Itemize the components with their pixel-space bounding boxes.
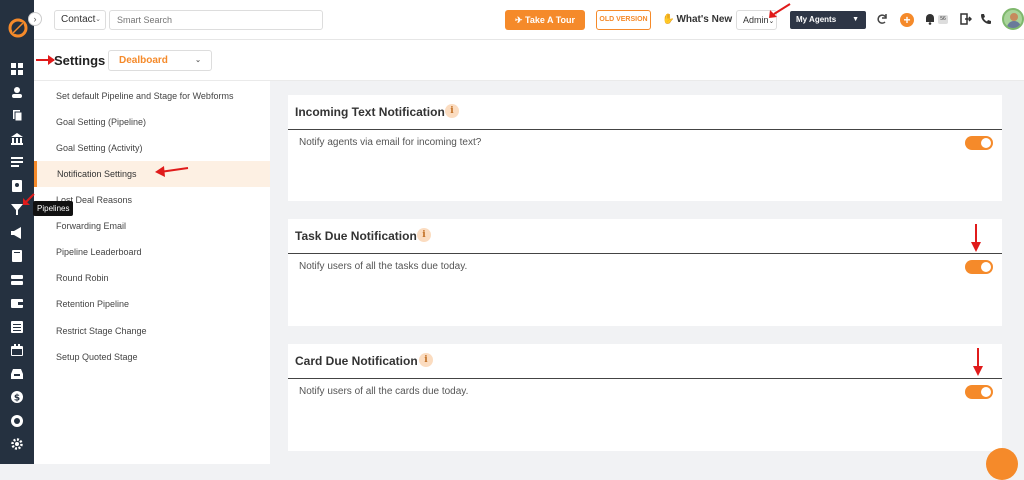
take-a-tour-button[interactable]: ✈ Take A Tour	[505, 10, 585, 30]
board-select-label: Dealboard	[119, 55, 168, 66]
refresh-icon[interactable]	[876, 13, 888, 25]
chat-widget-button[interactable]	[986, 448, 1018, 480]
menu-item-goal-pipeline[interactable]: Goal Setting (Pipeline)	[34, 109, 270, 135]
dollar-coin-icon[interactable]	[11, 415, 23, 427]
task-due-toggle[interactable]	[965, 260, 993, 274]
info-icon[interactable]: i	[445, 104, 459, 118]
my-agents-select[interactable]: My Agents ▼	[790, 11, 866, 29]
card-description: Notify agents via email for incoming tex…	[299, 137, 482, 148]
svg-text:$: $	[14, 394, 20, 404]
card-description: Notify users of all the cards due today.	[299, 386, 469, 397]
card-header: Incoming Text Notification i	[288, 95, 1002, 130]
whats-new-link[interactable]: ✋ What's New	[662, 10, 732, 30]
board-select[interactable]: Dealboard ⌄	[108, 50, 212, 71]
menu-item-setup-quoted-stage[interactable]: Setup Quoted Stage	[34, 344, 270, 370]
menu-item-round-robin[interactable]: Round Robin	[34, 265, 270, 291]
info-icon[interactable]: i	[419, 353, 433, 367]
menu-item-forwarding-email[interactable]: Forwarding Email	[34, 213, 270, 239]
megaphone-icon[interactable]	[11, 227, 23, 239]
inbox-icon[interactable]	[11, 368, 23, 380]
old-version-button[interactable]: OLD VERSION	[596, 10, 651, 30]
card-title: Incoming Text Notification	[295, 105, 445, 119]
table-icon[interactable]	[11, 321, 23, 333]
my-agents-label: My Agents	[796, 15, 837, 24]
settings-header: Settings Dealboard ⌄	[34, 40, 1024, 81]
pipelines-tooltip: Pipelines	[33, 201, 74, 216]
chevron-down-icon: ⌄	[95, 16, 101, 23]
dashboard-icon[interactable]	[11, 63, 23, 75]
card-header: Task Due Notification i	[288, 219, 1002, 254]
dollar-icon[interactable]: $	[11, 391, 23, 403]
info-icon[interactable]: i	[417, 228, 431, 242]
notification-count-badge: 56	[938, 15, 948, 24]
layers-icon[interactable]	[11, 274, 23, 286]
menu-item-retention-pipeline[interactable]: Retention Pipeline	[34, 291, 270, 317]
top-bar: Contact ⌄ ✈ Take A Tour OLD VERSION ✋Wha…	[34, 0, 1024, 40]
menu-item-pipeline-leaderboard[interactable]: Pipeline Leaderboard	[34, 239, 270, 265]
settings-menu: Set default Pipeline and Stage for Webfo…	[34, 81, 270, 464]
card-header: Card Due Notification i	[288, 344, 1002, 379]
chevron-down-icon: ⌄	[195, 57, 201, 64]
bank-icon[interactable]	[11, 133, 23, 145]
add-new-button[interactable]: +	[900, 13, 914, 27]
caret-down-icon: ▼	[852, 16, 859, 23]
contact-select-label: Contact	[61, 14, 96, 25]
smart-search-input[interactable]	[109, 10, 323, 30]
annotation-arrow-pipelines	[23, 193, 35, 205]
documents-icon[interactable]	[11, 109, 23, 121]
contact-type-select[interactable]: Contact ⌄	[54, 10, 106, 30]
phone-icon[interactable]	[980, 13, 992, 25]
bell-icon[interactable]	[924, 13, 936, 25]
menu-item-webforms-default[interactable]: Set default Pipeline and Stage for Webfo…	[34, 83, 270, 109]
settings-icon[interactable]	[11, 438, 23, 450]
profile-card-icon[interactable]	[11, 180, 23, 192]
calendar-icon[interactable]	[11, 344, 23, 356]
annotation-arrow-admin	[769, 3, 791, 18]
menu-item-goal-activity[interactable]: Goal Setting (Activity)	[34, 135, 270, 161]
plane-icon: ✈	[514, 15, 526, 25]
incoming-text-toggle[interactable]	[965, 136, 993, 150]
left-nav-rail: › $	[0, 0, 42, 464]
list-icon[interactable]	[11, 156, 23, 168]
task-due-notification-card: Task Due Notification i Notify users of …	[288, 219, 1002, 326]
book-icon[interactable]	[11, 250, 23, 262]
annotation-arrow-settings	[36, 55, 55, 65]
card-title: Card Due Notification	[295, 354, 418, 368]
card-due-toggle[interactable]	[965, 385, 993, 399]
annotation-arrow-task-toggle	[971, 224, 981, 252]
incoming-text-notification-card: Incoming Text Notification i Notify agen…	[288, 95, 1002, 201]
wallet-icon[interactable]	[11, 297, 23, 309]
logout-icon[interactable]	[960, 13, 972, 25]
whats-new-label: What's New	[676, 14, 733, 25]
card-description: Notify users of all the tasks due today.	[299, 261, 468, 272]
card-title: Task Due Notification	[295, 229, 417, 243]
collapse-sidebar-button[interactable]: ›	[28, 12, 42, 26]
menu-item-restrict-stage-change[interactable]: Restrict Stage Change	[34, 318, 270, 344]
take-a-tour-label: Take A Tour	[525, 15, 576, 25]
page-title: Settings	[54, 53, 106, 68]
annotation-arrow-card-toggle	[973, 348, 983, 376]
user-avatar[interactable]	[1002, 8, 1024, 30]
card-due-notification-card: Card Due Notification i Notify users of …	[288, 344, 1002, 451]
contacts-icon[interactable]	[11, 86, 23, 98]
app-logo[interactable]	[8, 18, 28, 38]
thumbs-up-icon: ✋	[662, 14, 675, 25]
annotation-arrow-notification-settings	[155, 166, 189, 177]
